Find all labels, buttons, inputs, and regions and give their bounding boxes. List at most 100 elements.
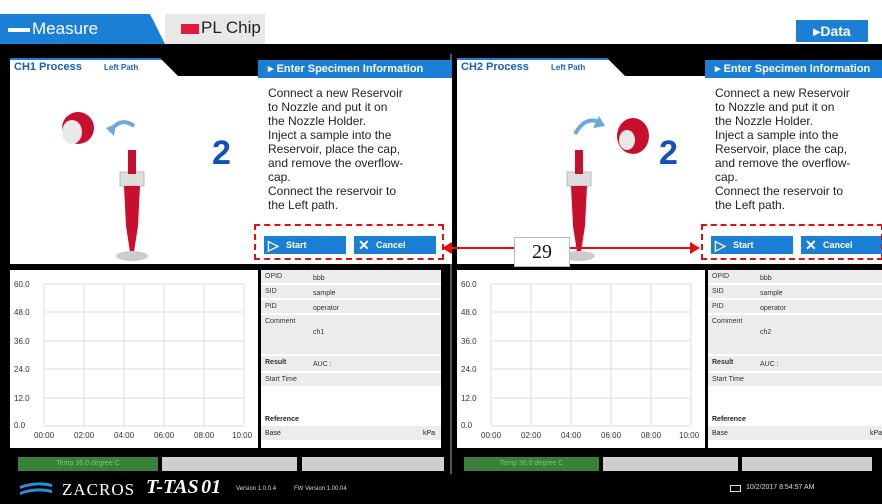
info-row-opid: OPID bbb: [261, 270, 441, 284]
x-tick: 02:00: [74, 431, 95, 440]
specimen-info-table: OPID bbb SID sample PID operator Comment ch2…: [708, 270, 882, 448]
ch1-temp-status: Temp 36.0 degree C: [18, 457, 158, 471]
info-key: SID: [265, 288, 277, 295]
x-tick: 08:00: [641, 431, 662, 440]
product-name: T-TAS: [146, 476, 199, 498]
data-button-label: Data: [820, 23, 851, 39]
product-logo: T-TAS 01: [146, 476, 221, 499]
ch2-status-slot: [603, 457, 738, 471]
info-row-start-time: Start Time: [261, 373, 441, 387]
x-tick: 10:00: [679, 431, 700, 440]
process-tab: CH1 Process Left Path: [10, 58, 178, 76]
info-key: Start Time: [265, 376, 297, 383]
info-row-comment: Comment ch1: [261, 315, 441, 355]
measurement-chart: 60.0 48.0 36.0 24.0 12.0 0.0 00:00 02:00…: [457, 270, 705, 448]
x-tick: 00:00: [481, 431, 502, 440]
process-label: CH2 Process: [461, 61, 529, 73]
info-row-result: Result AUC :: [261, 356, 441, 372]
y-tick: 36.0: [461, 337, 477, 346]
chart-svg: 60.0 48.0 36.0 24.0 12.0 0.0 00:00 02:00…: [14, 280, 253, 440]
info-key: Base: [265, 430, 281, 437]
tab-measure[interactable]: Measure: [0, 14, 165, 44]
product-model: 01: [201, 476, 222, 498]
info-row-start-time: Start Time: [708, 373, 882, 387]
info-key: SID: [712, 288, 724, 295]
company-logo: ZACROS: [62, 480, 136, 499]
chart-svg: 60.0 48.0 36.0 24.0 12.0 0.0 00:00 02:00…: [461, 280, 700, 440]
process-illustration: 2: [10, 76, 258, 264]
info-value: bbb: [313, 275, 325, 282]
process-tab: CH2 Process Left Path: [457, 58, 625, 76]
info-key: Start Time: [712, 376, 744, 383]
tab-measure-label: Measure: [32, 19, 99, 38]
data-button[interactable]: ▸Data: [796, 20, 868, 42]
x-tick: 02:00: [521, 431, 542, 440]
info-value: operator: [760, 305, 787, 312]
info-row-result: Result AUC :: [708, 356, 882, 372]
reference-label: Reference: [265, 416, 299, 423]
info-value: ch2: [760, 329, 772, 336]
info-unit: kPa: [422, 430, 435, 437]
enter-specimen-header: ▸ Enter Specimen Information: [705, 60, 882, 78]
x-tick: 06:00: [154, 431, 175, 440]
measure-icon: [8, 28, 30, 32]
pl-chip-icon: [181, 24, 199, 34]
info-row-base: Base kPa: [261, 426, 441, 440]
info-key: Base: [712, 430, 728, 437]
highlight-box: [701, 224, 882, 260]
tab-pl-chip-label: PL Chip: [201, 18, 261, 37]
info-value: AUC :: [313, 361, 332, 368]
path-label: Left Path: [104, 63, 139, 72]
step-number: 2: [212, 134, 231, 172]
y-tick: 0.0: [14, 421, 26, 430]
ch1-status-slot: [302, 457, 444, 471]
info-key: PID: [712, 303, 724, 310]
info-row-sid: SID sample: [261, 285, 441, 299]
annotation-callout: 29: [514, 237, 570, 267]
info-key: PID: [265, 303, 277, 310]
info-key: OPID: [712, 273, 730, 280]
enter-specimen-header: ▸ Enter Specimen Information: [258, 60, 452, 78]
info-key: Result: [712, 359, 734, 366]
y-tick: 48.0: [14, 308, 30, 317]
highlight-box: [254, 224, 444, 260]
enter-specimen-header-label: Enter Specimen Information: [276, 63, 424, 75]
y-tick: 60.0: [461, 280, 477, 289]
info-value: sample: [760, 290, 783, 297]
reference-label: Reference: [712, 416, 746, 423]
info-key: OPID: [265, 273, 283, 280]
path-label: Left Path: [551, 63, 586, 72]
step-number: 2: [659, 134, 678, 172]
info-value: bbb: [760, 275, 772, 282]
info-unit: kPa: [869, 430, 882, 437]
ch2-status-slot: [742, 457, 872, 471]
x-tick: 06:00: [601, 431, 622, 440]
ch2-temp-status: Temp 36.0 degree C: [464, 457, 599, 471]
y-tick: 12.0: [461, 394, 477, 403]
info-value: sample: [313, 290, 336, 297]
info-row-base: Base kPa: [708, 426, 882, 440]
info-value: operator: [313, 305, 340, 312]
info-row-pid: PID operator: [708, 300, 882, 314]
y-tick: 60.0: [14, 280, 30, 289]
info-row-comment: Comment ch2: [708, 315, 882, 355]
tab-pl-chip[interactable]: PL Chip: [165, 14, 265, 44]
y-tick: 36.0: [14, 337, 30, 346]
x-tick: 04:00: [561, 431, 582, 440]
measurement-chart: 60.0 48.0 36.0 24.0 12.0 0.0 00:00 02:00…: [10, 270, 258, 448]
y-tick: 12.0: [14, 394, 30, 403]
keyboard-icon[interactable]: [730, 485, 741, 492]
info-row-opid: OPID bbb: [708, 270, 882, 284]
annotation-arrow: [442, 242, 700, 254]
y-tick: 0.0: [461, 421, 473, 430]
top-bar: Measure PL Chip ▸Data: [0, 0, 882, 44]
zacros-logo-icon: [20, 482, 52, 495]
x-tick: 08:00: [194, 431, 215, 440]
channel-1-panel: CH1 Process Left Path 2 ▸ Enter Specimen…: [10, 44, 452, 464]
process-label: CH1 Process: [14, 61, 82, 73]
info-row-sid: SID sample: [708, 285, 882, 299]
info-key: Result: [265, 359, 287, 366]
info-key: Comment: [712, 318, 743, 325]
ch1-status-slot: [162, 457, 297, 471]
firmware-version: FW Version 1.00.04: [294, 486, 347, 492]
